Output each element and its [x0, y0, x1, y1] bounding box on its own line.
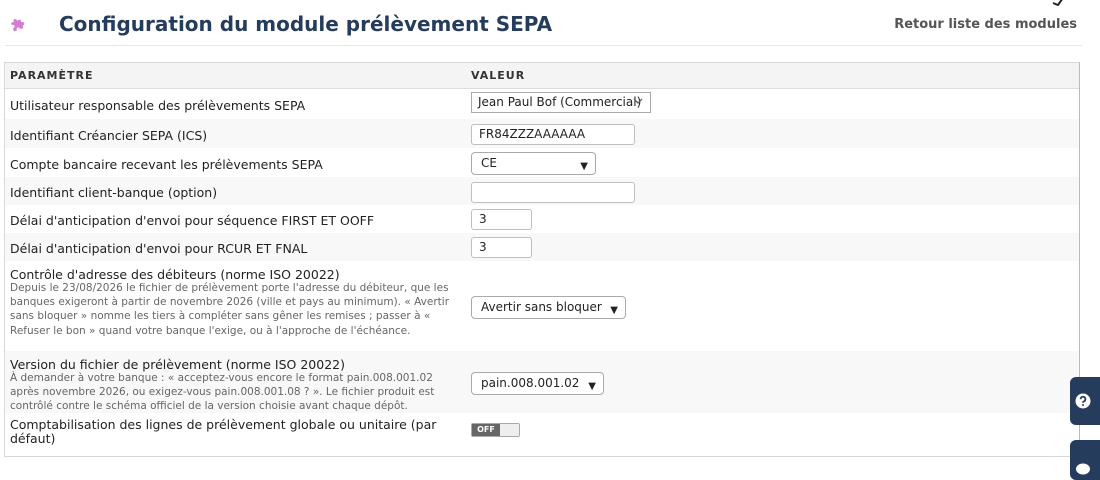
setting-label: Délai d'anticipation d'envoi pour séquen… [10, 213, 375, 228]
accounting-toggle[interactable]: OFF [471, 423, 520, 437]
setting-label: Contrôle d'adresse des débiteurs (norme … [10, 267, 340, 282]
setting-label: Identifiant client-banque (option) [10, 185, 218, 200]
help-button[interactable] [1070, 377, 1100, 425]
question-circle-icon [1075, 393, 1091, 409]
chevron-down-icon: ▼ [580, 161, 588, 172]
setting-description: Depuis le 23/08/2026 le fichier de prélè… [10, 282, 450, 337]
ics-input[interactable]: FR84ZZZAAAAAA [471, 124, 635, 145]
selected-value: Jean Paul Bof (Commercial) [478, 95, 642, 109]
selected-value: pain.008.001.02 [481, 376, 580, 390]
selected-value: CE [481, 156, 497, 170]
table-header: PARAMÈTRE VALEUR [5, 63, 1079, 89]
setting-label: Identifiant Créancier SEPA (ICS) [10, 128, 208, 143]
chevron-down-icon: ▼ [610, 305, 618, 316]
setting-row-responsible-user: Utilisateur responsable des prélèvements… [5, 89, 1079, 119]
setting-row-file-version: Version du fichier de prélèvement (norme… [5, 351, 1079, 413]
chevron-down-icon [633, 98, 643, 104]
setting-row-accounting: Comptabilisation des lignes de prélèveme… [5, 413, 1079, 456]
column-header-parameter: PARAMÈTRE [10, 69, 94, 82]
responsible-user-select[interactable]: Jean Paul Bof (Commercial) [471, 92, 651, 113]
delay-rcur-input[interactable]: 3 [471, 237, 532, 258]
chat-button[interactable] [1070, 440, 1100, 480]
selected-value: Avertir sans bloquer [481, 300, 602, 314]
chevron-down-icon: ▼ [588, 381, 596, 392]
setting-row-delay-first: Délai d'anticipation d'envoi pour séquen… [5, 205, 1079, 233]
setting-row-ics: Identifiant Créancier SEPA (ICS) FR84ZZZ… [5, 119, 1079, 148]
puzzle-icon [10, 18, 25, 32]
delay-first-input[interactable]: 3 [471, 209, 532, 230]
setting-row-client-bank-id: Identifiant client-banque (option) [5, 177, 1079, 205]
setting-label: Délai d'anticipation d'envoi pour RCUR E… [10, 241, 308, 256]
settings-table: PARAMÈTRE VALEUR Utilisateur responsable… [4, 62, 1080, 457]
page-header: Configuration du module prélèvement SEPA… [5, 0, 1082, 46]
setting-row-delay-rcur: Délai d'anticipation d'envoi pour RCUR E… [5, 233, 1079, 261]
chat-icon [1076, 463, 1090, 475]
bank-account-select[interactable]: CE ▼ [471, 152, 596, 175]
setting-label: Comptabilisation des lignes de prélèveme… [10, 417, 437, 446]
setting-label: Compte bancaire recevant les prélèvement… [10, 157, 323, 172]
toggle-state: OFF [472, 424, 500, 436]
back-to-modules-link[interactable]: Retour liste des modules [894, 17, 1077, 32]
setting-description: À demander à votre banque : « acceptez-v… [10, 372, 435, 413]
page-title: Configuration du module prélèvement SEPA [59, 12, 553, 36]
corner-check-icon [1052, 0, 1063, 6]
file-version-select[interactable]: pain.008.001.02 ▼ [471, 372, 604, 395]
client-bank-id-input[interactable] [471, 182, 635, 203]
setting-row-bank-account: Compte bancaire recevant les prélèvement… [5, 148, 1079, 177]
setting-label: Utilisateur responsable des prélèvements… [10, 98, 306, 113]
setting-row-address-check: Contrôle d'adresse des débiteurs (norme … [5, 261, 1079, 351]
address-check-select[interactable]: Avertir sans bloquer ▼ [471, 296, 626, 319]
column-header-value: VALEUR [471, 69, 526, 82]
setting-label: Version du fichier de prélèvement (norme… [10, 357, 345, 372]
